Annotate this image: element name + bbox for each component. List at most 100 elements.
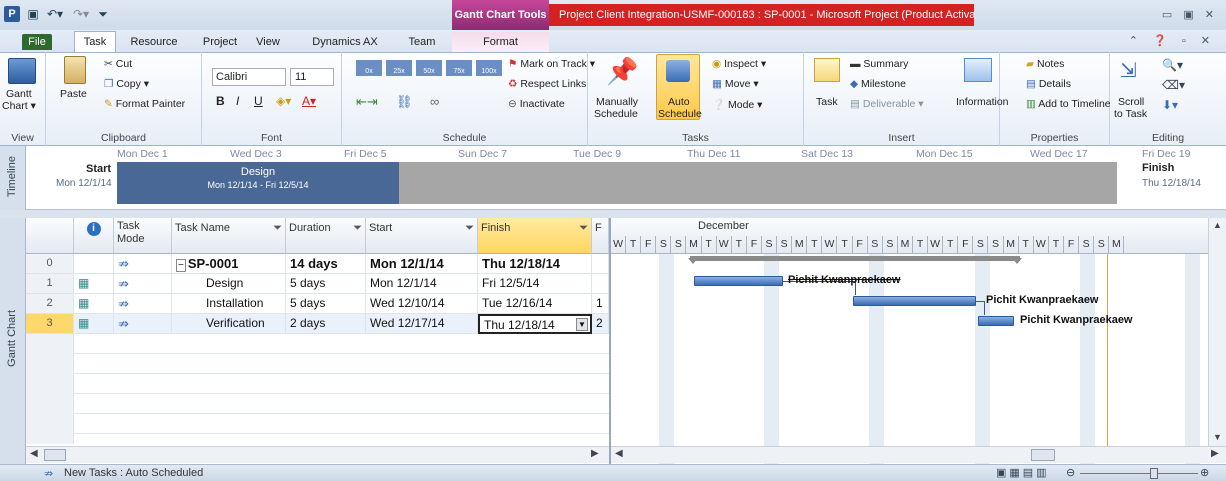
percent-75-button[interactable]: 75x (446, 60, 472, 76)
predecessors-cell[interactable] (592, 274, 609, 294)
manually-schedule-label-2[interactable]: Schedule (594, 108, 638, 120)
notes-button[interactable]: ▰ Notes (1026, 58, 1064, 70)
add-to-timeline-button[interactable]: ▥ Add to Timeline (1026, 98, 1111, 110)
row-number[interactable]: 0 (26, 254, 74, 274)
row-number[interactable]: 2 (26, 294, 74, 314)
chevron-down-icon[interactable]: ⏷ (579, 222, 588, 235)
scroll-up-icon[interactable]: ▲ (1213, 220, 1222, 230)
details-button[interactable]: ▤ Details (1026, 78, 1071, 90)
deliverable-button[interactable]: ▤ Deliverable ▾ (850, 98, 924, 110)
task-mode-header[interactable]: Task Mode (114, 218, 172, 254)
format-painter-button[interactable]: ✎ Format Painter (104, 98, 185, 110)
duration-cell[interactable]: 5 days (286, 274, 366, 294)
finish-cell-active[interactable]: Thu 12/18/14 ▼ (478, 314, 592, 334)
task-name-header[interactable]: Task Name ⏷ (172, 218, 286, 254)
paste-icon[interactable] (64, 56, 86, 84)
link-tasks-icon[interactable]: ⛓ (396, 94, 413, 110)
fill-icon[interactable]: ⬇▾ (1162, 98, 1178, 112)
sheet-horizontal-scrollbar[interactable]: ◀ ▶ (26, 446, 609, 463)
mode-button[interactable]: ❔ Mode ▾ (712, 98, 762, 111)
gantt-label[interactable]: Gantt (6, 88, 32, 100)
start-header[interactable]: Start ⏷ (366, 218, 478, 254)
font-family-select[interactable]: Calibri (212, 68, 286, 86)
zoom-slider-thumb[interactable] (1150, 468, 1158, 479)
summary-bar[interactable] (690, 256, 1020, 261)
scroll-left-icon[interactable]: ◀ (615, 448, 623, 459)
chart-label[interactable]: Chart ▾ (2, 100, 36, 112)
task-bar-verification[interactable] (978, 316, 1014, 326)
highlight-color-icon[interactable]: ◈▾ (276, 94, 291, 108)
paste-button[interactable]: Paste (60, 88, 87, 100)
duration-cell[interactable]: 2 days (286, 314, 366, 334)
gantt-horizontal-scrollbar[interactable]: ◀ ▶ (611, 446, 1226, 463)
duration-header[interactable]: Duration ⏷ (286, 218, 366, 254)
task-bar-installation[interactable] (853, 296, 976, 306)
milestone-button[interactable]: ◆ Milestone (850, 78, 906, 90)
task-name-cell[interactable]: − SP-0001 (172, 254, 286, 274)
predecessors-cell[interactable]: 1 (592, 294, 609, 314)
chevron-down-icon[interactable]: ⏷ (273, 222, 282, 235)
move-button[interactable]: ▦ Move ▾ (712, 78, 759, 90)
finish-cell[interactable]: Thu 12/18/14 (478, 254, 592, 274)
project-app-icon[interactable]: P (4, 6, 20, 22)
inactivate-button[interactable]: ⊖ Inactivate (508, 98, 565, 110)
pushpin-icon[interactable]: 📌 (606, 56, 638, 87)
font-color-icon[interactable]: A▾ (302, 94, 316, 108)
information-icon[interactable] (964, 58, 992, 82)
view-shortcut-icons[interactable]: ▣▦▤▥ (996, 466, 1050, 479)
scroll-label[interactable]: Scroll (1118, 96, 1144, 108)
auto-schedule-status-icon[interactable]: ⇏ (44, 467, 53, 480)
predecessors-header[interactable]: F (592, 218, 609, 254)
task-name-cell[interactable]: Design (172, 274, 286, 294)
new-tasks-status[interactable]: New Tasks : Auto Scheduled (64, 467, 203, 479)
task-bar-design[interactable] (694, 276, 783, 286)
scroll-right-icon[interactable]: ▶ (591, 448, 599, 459)
copy-button[interactable]: ❐ Copy ▾ (104, 78, 149, 90)
information-button[interactable]: Information (956, 96, 1009, 108)
customize-qat-icon[interactable]: ⏷ (96, 5, 110, 23)
summary-button[interactable]: ▬ Summary (850, 58, 908, 70)
save-icon[interactable]: ▣ (26, 5, 40, 23)
scroll-to-task-icon[interactable]: ⇲ (1120, 58, 1137, 83)
tab-team[interactable]: Team (404, 32, 440, 52)
underline-button[interactable]: U (254, 94, 263, 108)
row-number[interactable]: 3 (26, 314, 74, 334)
task-name-cell[interactable]: Installation (172, 294, 286, 314)
scroll-left-icon[interactable]: ◀ (30, 448, 38, 459)
scroll-right-icon[interactable]: ▶ (1211, 448, 1219, 459)
redo-icon[interactable]: ↷▾ (70, 5, 92, 23)
gantt-chart-icon[interactable] (8, 58, 36, 84)
percent-100-button[interactable]: 100x (476, 60, 502, 76)
start-cell[interactable]: Mon 12/1/14 (366, 254, 478, 274)
indicators-header[interactable]: i (74, 218, 114, 254)
collapse-icon[interactable]: − (176, 259, 186, 272)
clear-icon[interactable]: ⌫▾ (1162, 78, 1185, 92)
italic-button[interactable]: I (236, 94, 239, 108)
insert-task-button[interactable]: Task (816, 96, 838, 108)
bold-button[interactable]: B (216, 94, 225, 108)
respect-links-button[interactable]: ♻ Respect Links (508, 78, 586, 90)
finish-cell[interactable]: Tue 12/16/14 (478, 294, 592, 314)
chevron-down-icon[interactable]: ⏷ (465, 222, 474, 235)
scroll-thumb[interactable] (44, 449, 66, 461)
finish-header[interactable]: Finish ⏷ (478, 218, 592, 254)
tab-task[interactable]: Task (74, 31, 116, 53)
tab-file[interactable]: File (22, 34, 52, 50)
font-size-select[interactable]: 11 (290, 68, 334, 86)
tab-format[interactable]: Format (452, 32, 549, 52)
chevron-down-icon[interactable]: ⏷ (353, 222, 362, 235)
select-all-corner[interactable] (26, 218, 74, 254)
scroll-thumb[interactable] (1031, 449, 1055, 461)
start-cell[interactable]: Mon 12/1/14 (366, 274, 478, 294)
tab-resource[interactable]: Resource (128, 32, 180, 52)
to-task-label[interactable]: to Task (1114, 108, 1147, 120)
scroll-down-icon[interactable]: ▼ (1213, 432, 1222, 442)
tab-project[interactable]: Project (198, 32, 242, 52)
zoom-out-icon[interactable]: ⊖ (1066, 466, 1075, 479)
duration-cell[interactable]: 14 days (286, 254, 366, 274)
outdent-icon[interactable]: ⇤⇥ (356, 94, 378, 110)
zoom-slider-track[interactable] (1080, 473, 1198, 474)
cut-button[interactable]: ✂ Cut (104, 58, 132, 70)
help-icon[interactable]: ⌃ ❓ ▫ ✕ (1129, 34, 1216, 47)
undo-icon[interactable]: ↶▾ (44, 5, 66, 23)
